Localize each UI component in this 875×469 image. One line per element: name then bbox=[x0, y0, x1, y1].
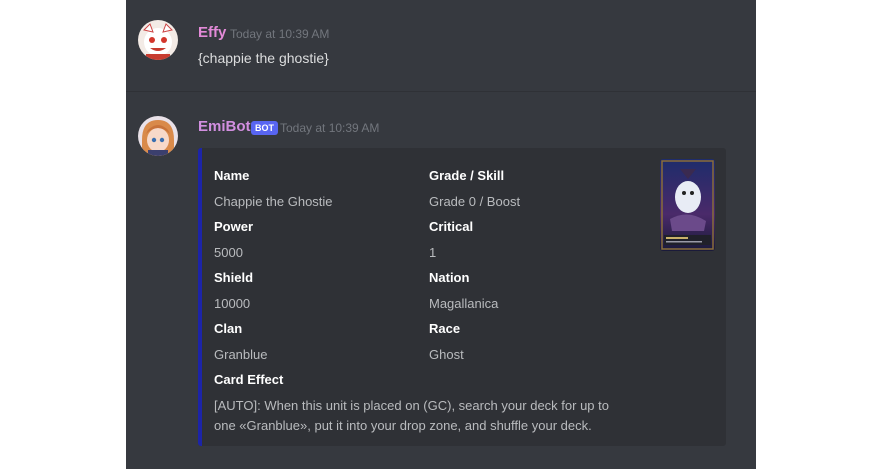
field-value-clan: Granblue bbox=[214, 347, 268, 362]
field-label-critical: Critical bbox=[429, 219, 474, 234]
timestamp: Today at 10:39 AM bbox=[230, 27, 330, 41]
field-label-shield: Shield bbox=[214, 270, 254, 285]
field-value-shield: 10000 bbox=[214, 296, 251, 311]
field-value-race: Ghost bbox=[429, 347, 464, 362]
field-label-clan: Clan bbox=[214, 321, 243, 336]
field-label-power: Power bbox=[214, 219, 254, 234]
field-value-nation: Magallanica bbox=[429, 296, 499, 311]
chat-panel: Effy Today at 10:39 AM {chappie the ghos… bbox=[126, 0, 756, 469]
field-label-nation: Nation bbox=[429, 270, 470, 285]
username-emibot[interactable]: EmiBot bbox=[198, 118, 251, 135]
message-effy: Effy Today at 10:39 AM {chappie the ghos… bbox=[126, 0, 756, 91]
avatar-effy[interactable] bbox=[138, 20, 178, 60]
field-value-power: 5000 bbox=[214, 245, 243, 260]
bot-badge: BOT bbox=[251, 121, 278, 135]
message-text: {chappie the ghostie} bbox=[198, 50, 329, 66]
field-value-grade: Grade 0 / Boost bbox=[429, 194, 521, 209]
timestamp: Today at 10:39 AM bbox=[280, 121, 380, 135]
card-thumbnail[interactable] bbox=[660, 159, 715, 251]
field-label-race: Race bbox=[429, 321, 461, 336]
field-value-effect: [AUTO]: When this unit is placed on (GC)… bbox=[214, 398, 609, 433]
field-label-name: Name bbox=[214, 168, 250, 183]
username-effy[interactable]: Effy bbox=[198, 24, 226, 41]
field-value-critical: 1 bbox=[429, 245, 437, 260]
field-label-effect: Card Effect bbox=[214, 372, 284, 387]
field-value-name: Chappie the Ghostie bbox=[214, 194, 333, 209]
field-label-grade: Grade / Skill bbox=[429, 168, 505, 183]
card-embed: Name Chappie the Ghostie Grade / Skill G… bbox=[198, 148, 726, 446]
avatar-emibot[interactable] bbox=[138, 116, 178, 156]
